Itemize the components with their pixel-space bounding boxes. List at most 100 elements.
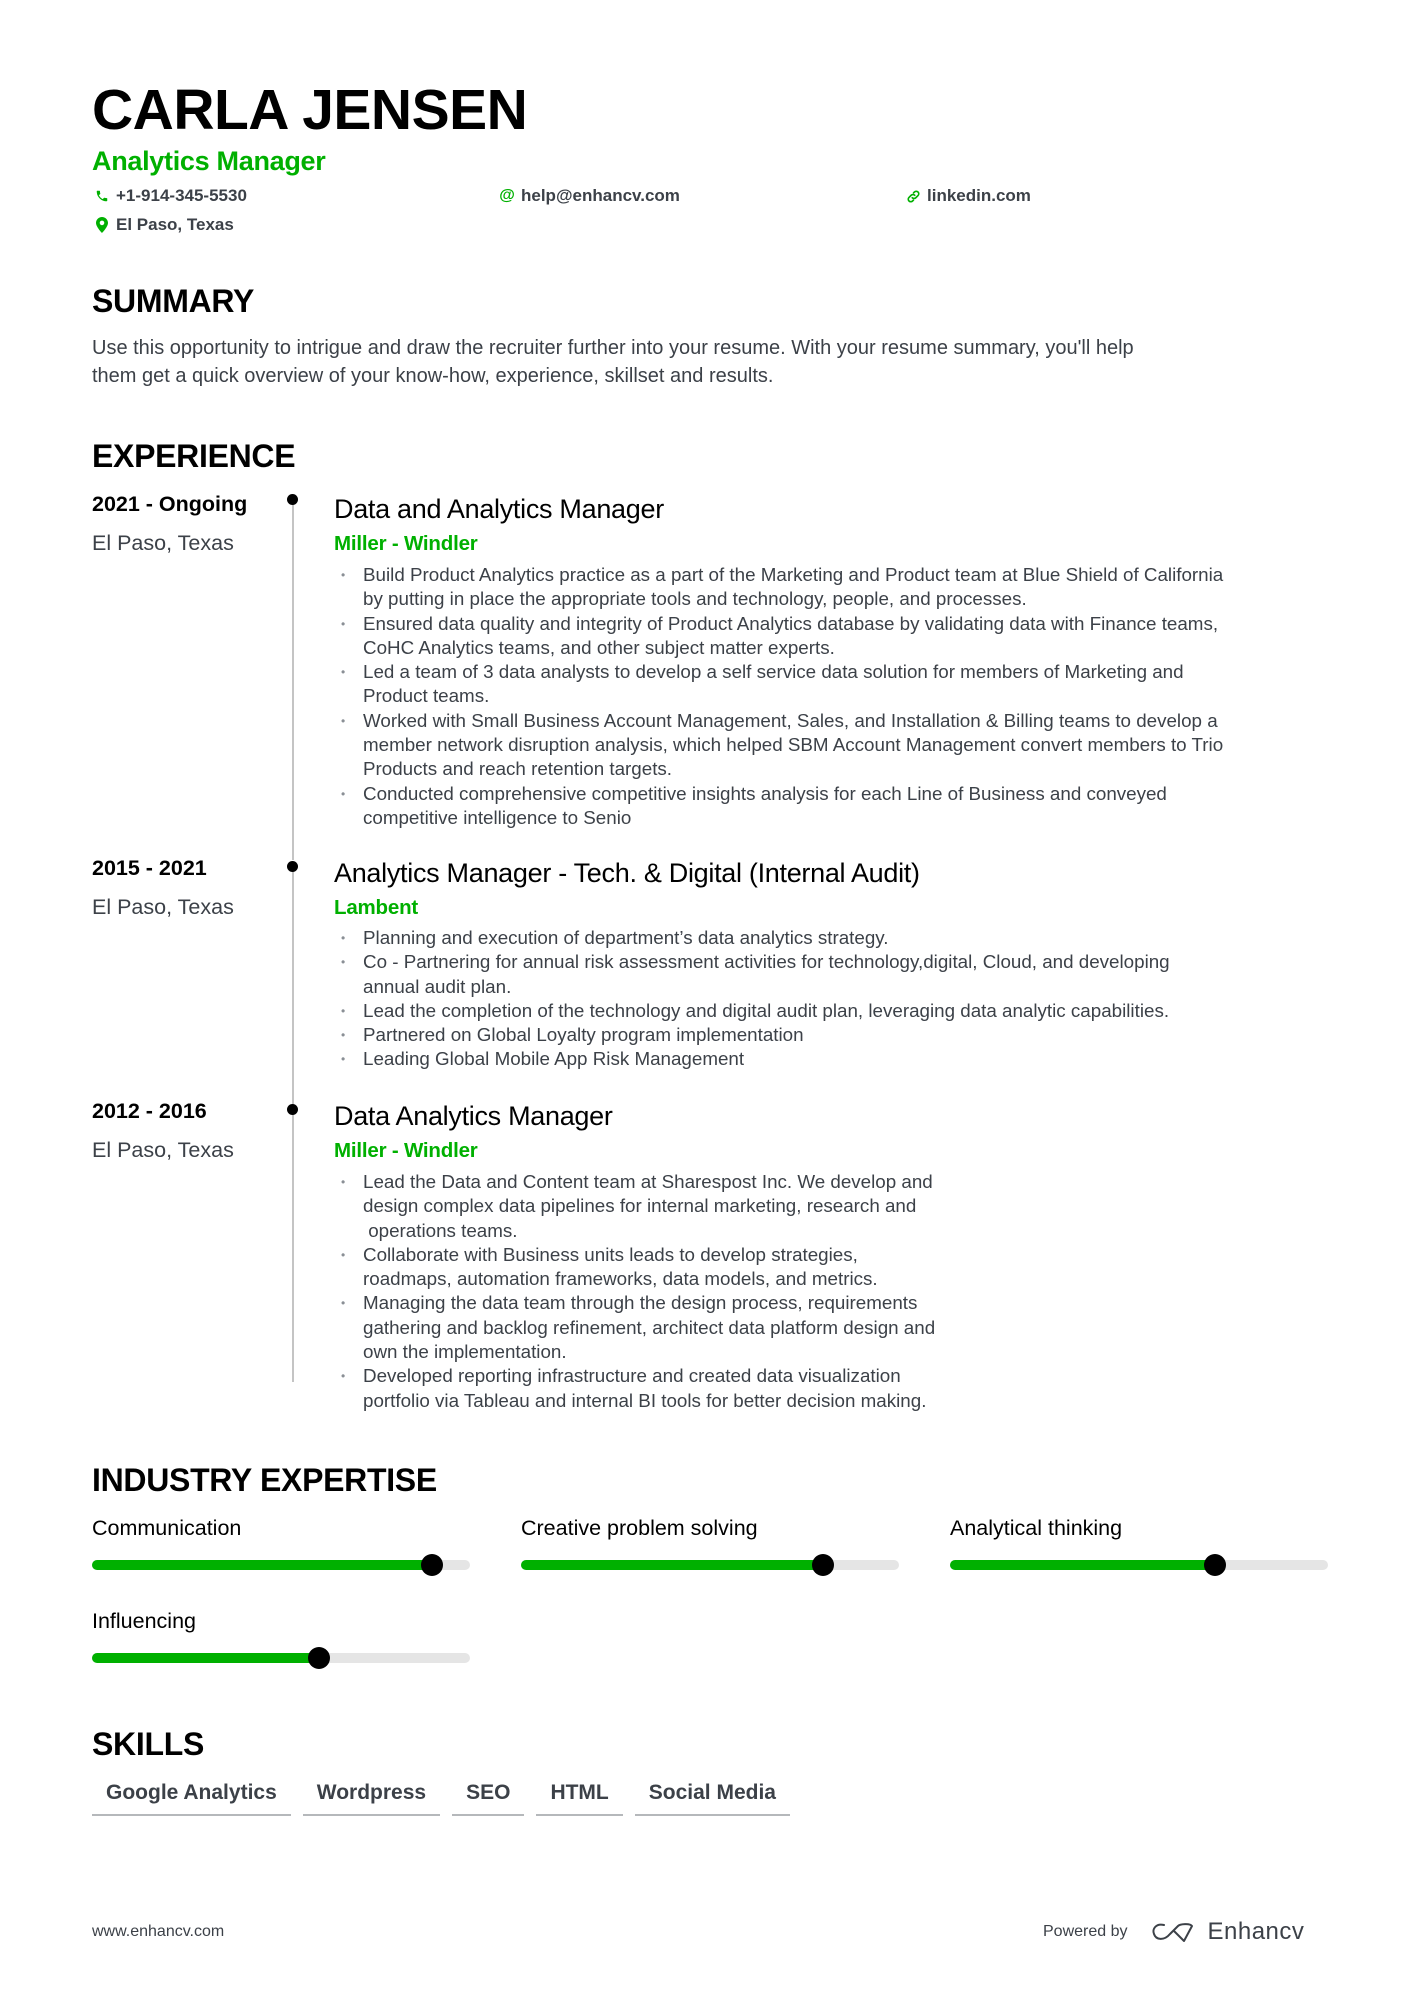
- expertise-slider: [521, 1554, 899, 1576]
- bullet-line: Products and reach retention targets.: [363, 758, 673, 780]
- experience-bullet: Ensured data quality and integrity of Pr…: [338, 612, 1223, 661]
- bullet-line: CoHC Analytics teams, and other subject …: [363, 636, 835, 658]
- job-title: Data Analytics Manager: [334, 1101, 613, 1131]
- experience-bullets: Planning and execution of department’s d…: [338, 926, 1170, 1072]
- summary-text: Use this opportunity to intrigue and dra…: [92, 334, 1332, 390]
- bullet-line: Leading Global Mobile App Risk Managemen…: [363, 1048, 745, 1070]
- bullet-line: Co - Partnering for annual risk assessme…: [363, 951, 1170, 973]
- expertise-item: Influencing: [92, 1607, 470, 1669]
- bullet-line: Ensured data quality and integrity of Pr…: [363, 612, 1219, 634]
- experience-bullet: Developed reporting infrastructure and c…: [338, 1364, 935, 1413]
- bullet-line: Partnered on Global Loyalty program impl…: [363, 1024, 804, 1046]
- experience-dates: 2012 - 2016: [92, 1099, 207, 1123]
- bullet-line: roadmaps, automation frameworks, data mo…: [363, 1268, 878, 1290]
- experience-bullet: Managing the data team through the desig…: [338, 1291, 935, 1364]
- timeline-line: [292, 866, 294, 1110]
- expertise-heading: INDUSTRY EXPERTISE: [92, 1462, 437, 1498]
- bullet-line: operations teams.: [363, 1219, 518, 1241]
- bullet-line: Build Product Analytics practice as a pa…: [363, 564, 1224, 585]
- brand-name: Enhancv: [1207, 1918, 1305, 1945]
- bullet-line: competitive intelligence to Senio: [363, 806, 632, 828]
- experience-bullet: Collaborate with Business units leads to…: [338, 1243, 935, 1292]
- expertise-item: Creative problem solving: [521, 1514, 899, 1576]
- timeline-dot: [287, 861, 298, 872]
- timeline-dot: [287, 1104, 298, 1115]
- phone-icon: [92, 189, 112, 203]
- timeline-dot: [287, 494, 298, 505]
- bullet-line: Planning and execution of department’s d…: [363, 927, 889, 948]
- location-text: El Paso, Texas: [116, 215, 234, 234]
- contact-email: @ help@enhancv.com: [497, 185, 680, 207]
- experience-bullet: Lead the Data and Content team at Shares…: [338, 1170, 935, 1243]
- expertise-label: Communication: [92, 1516, 242, 1540]
- timeline-line: [292, 1110, 294, 1382]
- expertise-item: Communication: [92, 1514, 470, 1576]
- bullet-line: Lead the completion of the technology an…: [363, 999, 1170, 1021]
- bullet-line: Worked with Small Business Account Manag…: [363, 709, 1218, 731]
- expertise-knob: [812, 1554, 835, 1576]
- bullet-line: Collaborate with Business units leads to…: [363, 1243, 858, 1265]
- experience-dates: 2015 - 2021: [92, 856, 207, 880]
- expertise-fill: [950, 1560, 1215, 1570]
- footer-branding: Powered by Enhancv: [1043, 1918, 1304, 1946]
- skills-heading: SKILLS: [92, 1726, 204, 1762]
- contact-linkedin: linkedin.com: [903, 185, 1031, 207]
- expertise-knob: [307, 1647, 330, 1669]
- experience-bullet: Leading Global Mobile App Risk Managemen…: [338, 1047, 1170, 1072]
- bullet-line: annual audit plan.: [363, 975, 512, 997]
- experience-bullet: Conducted comprehensive competitive insi…: [338, 782, 1223, 831]
- summary-line: Use this opportunity to intrigue and dra…: [92, 337, 1134, 359]
- summary-line: them get a quick overview of your know-h…: [92, 365, 774, 387]
- expertise-label: Influencing: [92, 1609, 196, 1633]
- phone-text[interactable]: +1-914-345-5530: [116, 185, 247, 207]
- at-icon: @: [499, 187, 515, 204]
- experience-bullet: Co - Partnering for annual risk assessme…: [338, 950, 1170, 999]
- footer-website[interactable]: www.enhancv.com: [92, 1923, 224, 1941]
- bullet-line: Led a team of 3 data analysts to develop…: [363, 661, 1184, 683]
- linkedin-link[interactable]: linkedin.com: [927, 185, 1031, 207]
- bullet-line: by putting in place the appropriate tool…: [363, 588, 1027, 610]
- experience-bullet: Partnered on Global Loyalty program impl…: [338, 1023, 1170, 1048]
- bullet-line: Lead the Data and Content team at Shares…: [363, 1171, 933, 1192]
- expertise-knob: [421, 1554, 444, 1576]
- expertise-label: Analytical thinking: [950, 1516, 1123, 1540]
- experience-heading: EXPERIENCE: [92, 438, 296, 474]
- candidate-title: Analytics Manager: [92, 146, 326, 176]
- powered-by-text: Powered by: [1043, 1923, 1128, 1940]
- experience-bullet: Planning and execution of department’s d…: [338, 926, 1170, 951]
- expertise-slider: [92, 1554, 470, 1576]
- bullet-line: gathering and backlog refinement, archit…: [363, 1316, 936, 1338]
- timeline-line: [292, 498, 294, 860]
- job-title: Analytics Manager - Tech. & Digital (Int…: [334, 858, 920, 888]
- skill-tag: Wordpress: [302, 1780, 441, 1816]
- bullet-line: portfolio via Tableau and internal BI to…: [363, 1389, 927, 1411]
- summary-heading: SUMMARY: [92, 283, 255, 319]
- email-link[interactable]: help@enhancv.com: [521, 185, 680, 207]
- expertise-fill: [521, 1560, 824, 1570]
- link-icon: [903, 189, 923, 204]
- experience-bullet: Worked with Small Business Account Manag…: [338, 709, 1223, 782]
- bullet-line: Managing the data team through the desig…: [363, 1292, 918, 1314]
- expertise-fill: [92, 1560, 433, 1570]
- skills-tags: Google Analytics Wordpress SEO HTML Soci…: [92, 1780, 790, 1816]
- experience-dates: 2021 - Ongoing: [92, 492, 248, 516]
- company-name: Miller - Windler: [334, 1139, 478, 1162]
- experience-bullets: Build Product Analytics practice as a pa…: [338, 563, 1223, 830]
- map-pin-icon: [92, 217, 112, 233]
- bullet-line: design complex data pipelines for intern…: [363, 1195, 917, 1217]
- experience-location: El Paso, Texas: [92, 531, 234, 555]
- candidate-name: CARLA JENSEN: [92, 78, 528, 142]
- expertise-slider: [92, 1647, 470, 1669]
- expertise-label: Creative problem solving: [521, 1516, 758, 1540]
- enhancv-logo[interactable]: Enhancv: [1150, 1918, 1305, 1946]
- company-name: Miller - Windler: [334, 532, 478, 555]
- contact-phone: +1-914-345-5530: [92, 185, 247, 207]
- skill-tag: SEO: [452, 1780, 525, 1816]
- bullet-line: Developed reporting infrastructure and c…: [363, 1365, 901, 1387]
- experience-location: El Paso, Texas: [92, 1138, 234, 1162]
- company-name: Lambent: [334, 896, 419, 919]
- experience-location: El Paso, Texas: [92, 895, 234, 919]
- expertise-fill: [92, 1653, 319, 1663]
- job-title: Data and Analytics Manager: [334, 494, 664, 524]
- bullet-line: own the implementation.: [363, 1341, 567, 1363]
